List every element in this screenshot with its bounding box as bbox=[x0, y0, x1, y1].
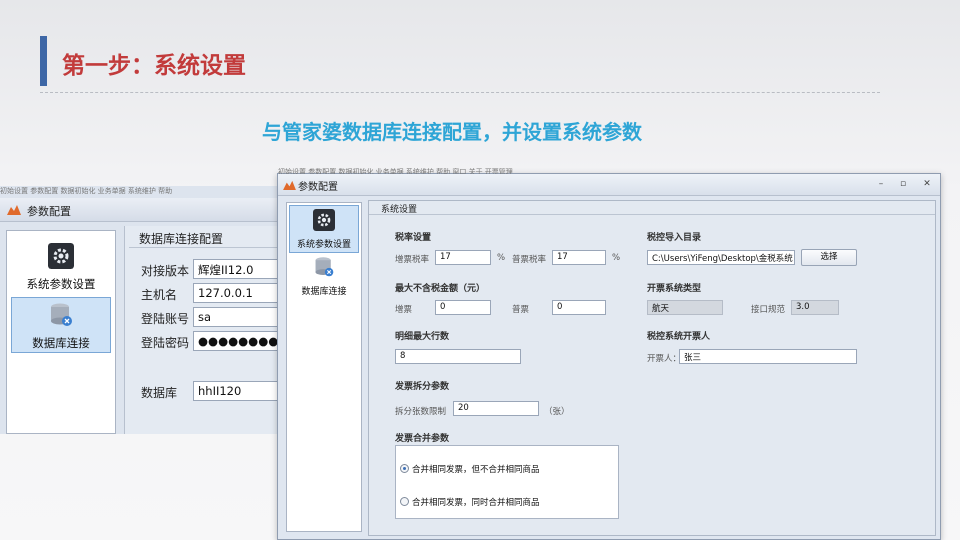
max-rows-input[interactable]: 8 bbox=[395, 349, 521, 364]
merge-option-label: 合并相同发票，但不合并相同商品 bbox=[412, 465, 540, 475]
issuer-label: 开票人： bbox=[647, 354, 682, 364]
max-normal-label: 普票 bbox=[512, 305, 530, 315]
database-plug-icon bbox=[51, 303, 72, 326]
back-menu-strip: 初始设置 参数配置 数据初始化 业务单据 系统维护 帮助 bbox=[0, 187, 173, 194]
minimize-button[interactable]: – bbox=[874, 178, 888, 190]
panel-header: 系统设置 bbox=[369, 201, 935, 215]
max-amount-section: 最大不含税金额（元） bbox=[395, 284, 486, 294]
back-title-bar: 参数配置 bbox=[0, 198, 300, 222]
nav-item-db-connection[interactable]: 数据库连接 bbox=[11, 297, 111, 353]
import-dir-section: 税控导入目录 bbox=[647, 233, 702, 243]
nav-item-db-connection[interactable]: 数据库连接 bbox=[289, 253, 359, 301]
nav-label: 数据库连接 bbox=[301, 287, 347, 297]
slide-title: 第一步：系统设置 bbox=[62, 53, 246, 79]
tax-rate-section: 税率设置 bbox=[395, 233, 432, 243]
interface-spec-label: 接口规范 bbox=[751, 305, 786, 315]
title-divider bbox=[40, 92, 880, 93]
host-label: 主机名 bbox=[141, 288, 178, 302]
version-label: 对接版本 bbox=[141, 264, 190, 278]
panel-title: 数据库连接配置 bbox=[139, 232, 224, 246]
front-title-bar: 参数配置 – ▫ ✕ bbox=[278, 174, 940, 196]
max-vat-input[interactable]: 0 bbox=[435, 300, 491, 315]
merge-options-box: 合并相同发票，但不合并相同商品 合并相同发票，同时合并相同商品 bbox=[395, 445, 619, 519]
slide-subtitle: 与管家婆数据库连接配置，并设置系统参数 bbox=[262, 120, 642, 144]
merge-option-with-goods[interactable]: 合并相同发票，同时合并相同商品 bbox=[400, 496, 540, 508]
issuer-section: 税控系统开票人 bbox=[647, 332, 711, 342]
vat-rate-label: 增票税率 bbox=[395, 255, 430, 265]
max-vat-label: 增票 bbox=[395, 305, 413, 315]
app-logo-icon bbox=[7, 205, 21, 215]
system-type-section: 开票系统类型 bbox=[647, 284, 702, 294]
system-type-value: 航天 bbox=[647, 300, 723, 315]
radio-unselected-icon bbox=[400, 497, 409, 506]
back-nav-list: 系统参数设置 数据库连接 bbox=[6, 230, 116, 434]
nav-label: 系统参数设置 bbox=[26, 277, 96, 291]
database-plug-icon bbox=[315, 257, 334, 277]
merge-option-label: 合并相同发票，同时合并相同商品 bbox=[412, 498, 540, 508]
merge-section: 发票合并参数 bbox=[395, 434, 450, 444]
system-settings-panel: 系统设置 税率设置 增票税率 17 % 普票税率 17 % 最大不含税金额（元）… bbox=[368, 200, 936, 536]
app-logo-icon bbox=[283, 180, 296, 190]
choose-dir-button[interactable]: 选择 bbox=[801, 249, 857, 266]
password-label: 登陆密码 bbox=[141, 336, 190, 350]
merge-option-no-goods[interactable]: 合并相同发票，但不合并相同商品 bbox=[400, 463, 540, 475]
issuer-input[interactable]: 张三 bbox=[679, 349, 857, 364]
vat-rate-unit: % bbox=[497, 253, 506, 263]
front-window-title: 参数配置 bbox=[298, 182, 338, 193]
max-normal-input[interactable]: 0 bbox=[552, 300, 606, 315]
front-menu-strip: 初始设置 参数配置 数据初始化 业务单据 系统维护 帮助 窗口 关于 开票管理 bbox=[278, 168, 513, 174]
restore-button[interactable]: ▫ bbox=[896, 178, 910, 190]
interface-spec-value: 3.0 bbox=[791, 300, 839, 315]
radio-selected-icon bbox=[400, 464, 409, 473]
split-limit-unit: （张） bbox=[544, 407, 570, 417]
front-nav-list: 系统参数设置 数据库连接 bbox=[286, 202, 362, 532]
normal-rate-label: 普票税率 bbox=[512, 255, 547, 265]
close-button[interactable]: ✕ bbox=[920, 178, 934, 190]
gear-icon bbox=[48, 243, 74, 269]
split-limit-input[interactable]: 20 bbox=[453, 401, 539, 416]
split-limit-label: 拆分张数限制 bbox=[395, 407, 447, 417]
max-rows-section: 明细最大行数 bbox=[395, 332, 450, 342]
normal-rate-unit: % bbox=[612, 253, 621, 263]
account-label: 登陆账号 bbox=[141, 312, 190, 326]
panel-title: 系统设置 bbox=[381, 205, 418, 215]
title-accent-bar bbox=[40, 36, 47, 86]
nav-label: 数据库连接 bbox=[32, 336, 90, 350]
db-connection-panel: 数据库连接配置 对接版本 辉煌II12.0 主机名 127.0.0.1 登陆账号… bbox=[124, 226, 303, 434]
gear-icon bbox=[313, 209, 335, 231]
nav-item-system-params[interactable]: 系统参数设置 bbox=[289, 205, 359, 253]
back-window-title: 参数配置 bbox=[27, 205, 71, 218]
nav-item-system-params[interactable]: 系统参数设置 bbox=[11, 239, 111, 295]
back-config-window: 初始设置 参数配置 数据初始化 业务单据 系统维护 帮助 参数配置 系统参数设置 bbox=[0, 186, 303, 434]
database-label: 数据库 bbox=[141, 386, 178, 400]
split-section: 发票拆分参数 bbox=[395, 382, 450, 392]
panel-divider bbox=[129, 247, 299, 248]
import-dir-input[interactable]: C:\Users\YiFeng\Desktop\金税系统 bbox=[647, 250, 795, 265]
normal-rate-input[interactable]: 17 bbox=[552, 250, 606, 265]
nav-label: 系统参数设置 bbox=[296, 240, 351, 250]
front-config-window: 初始设置 参数配置 数据初始化 业务单据 系统维护 帮助 窗口 关于 开票管理 … bbox=[277, 168, 941, 540]
vat-rate-input[interactable]: 17 bbox=[435, 250, 491, 265]
